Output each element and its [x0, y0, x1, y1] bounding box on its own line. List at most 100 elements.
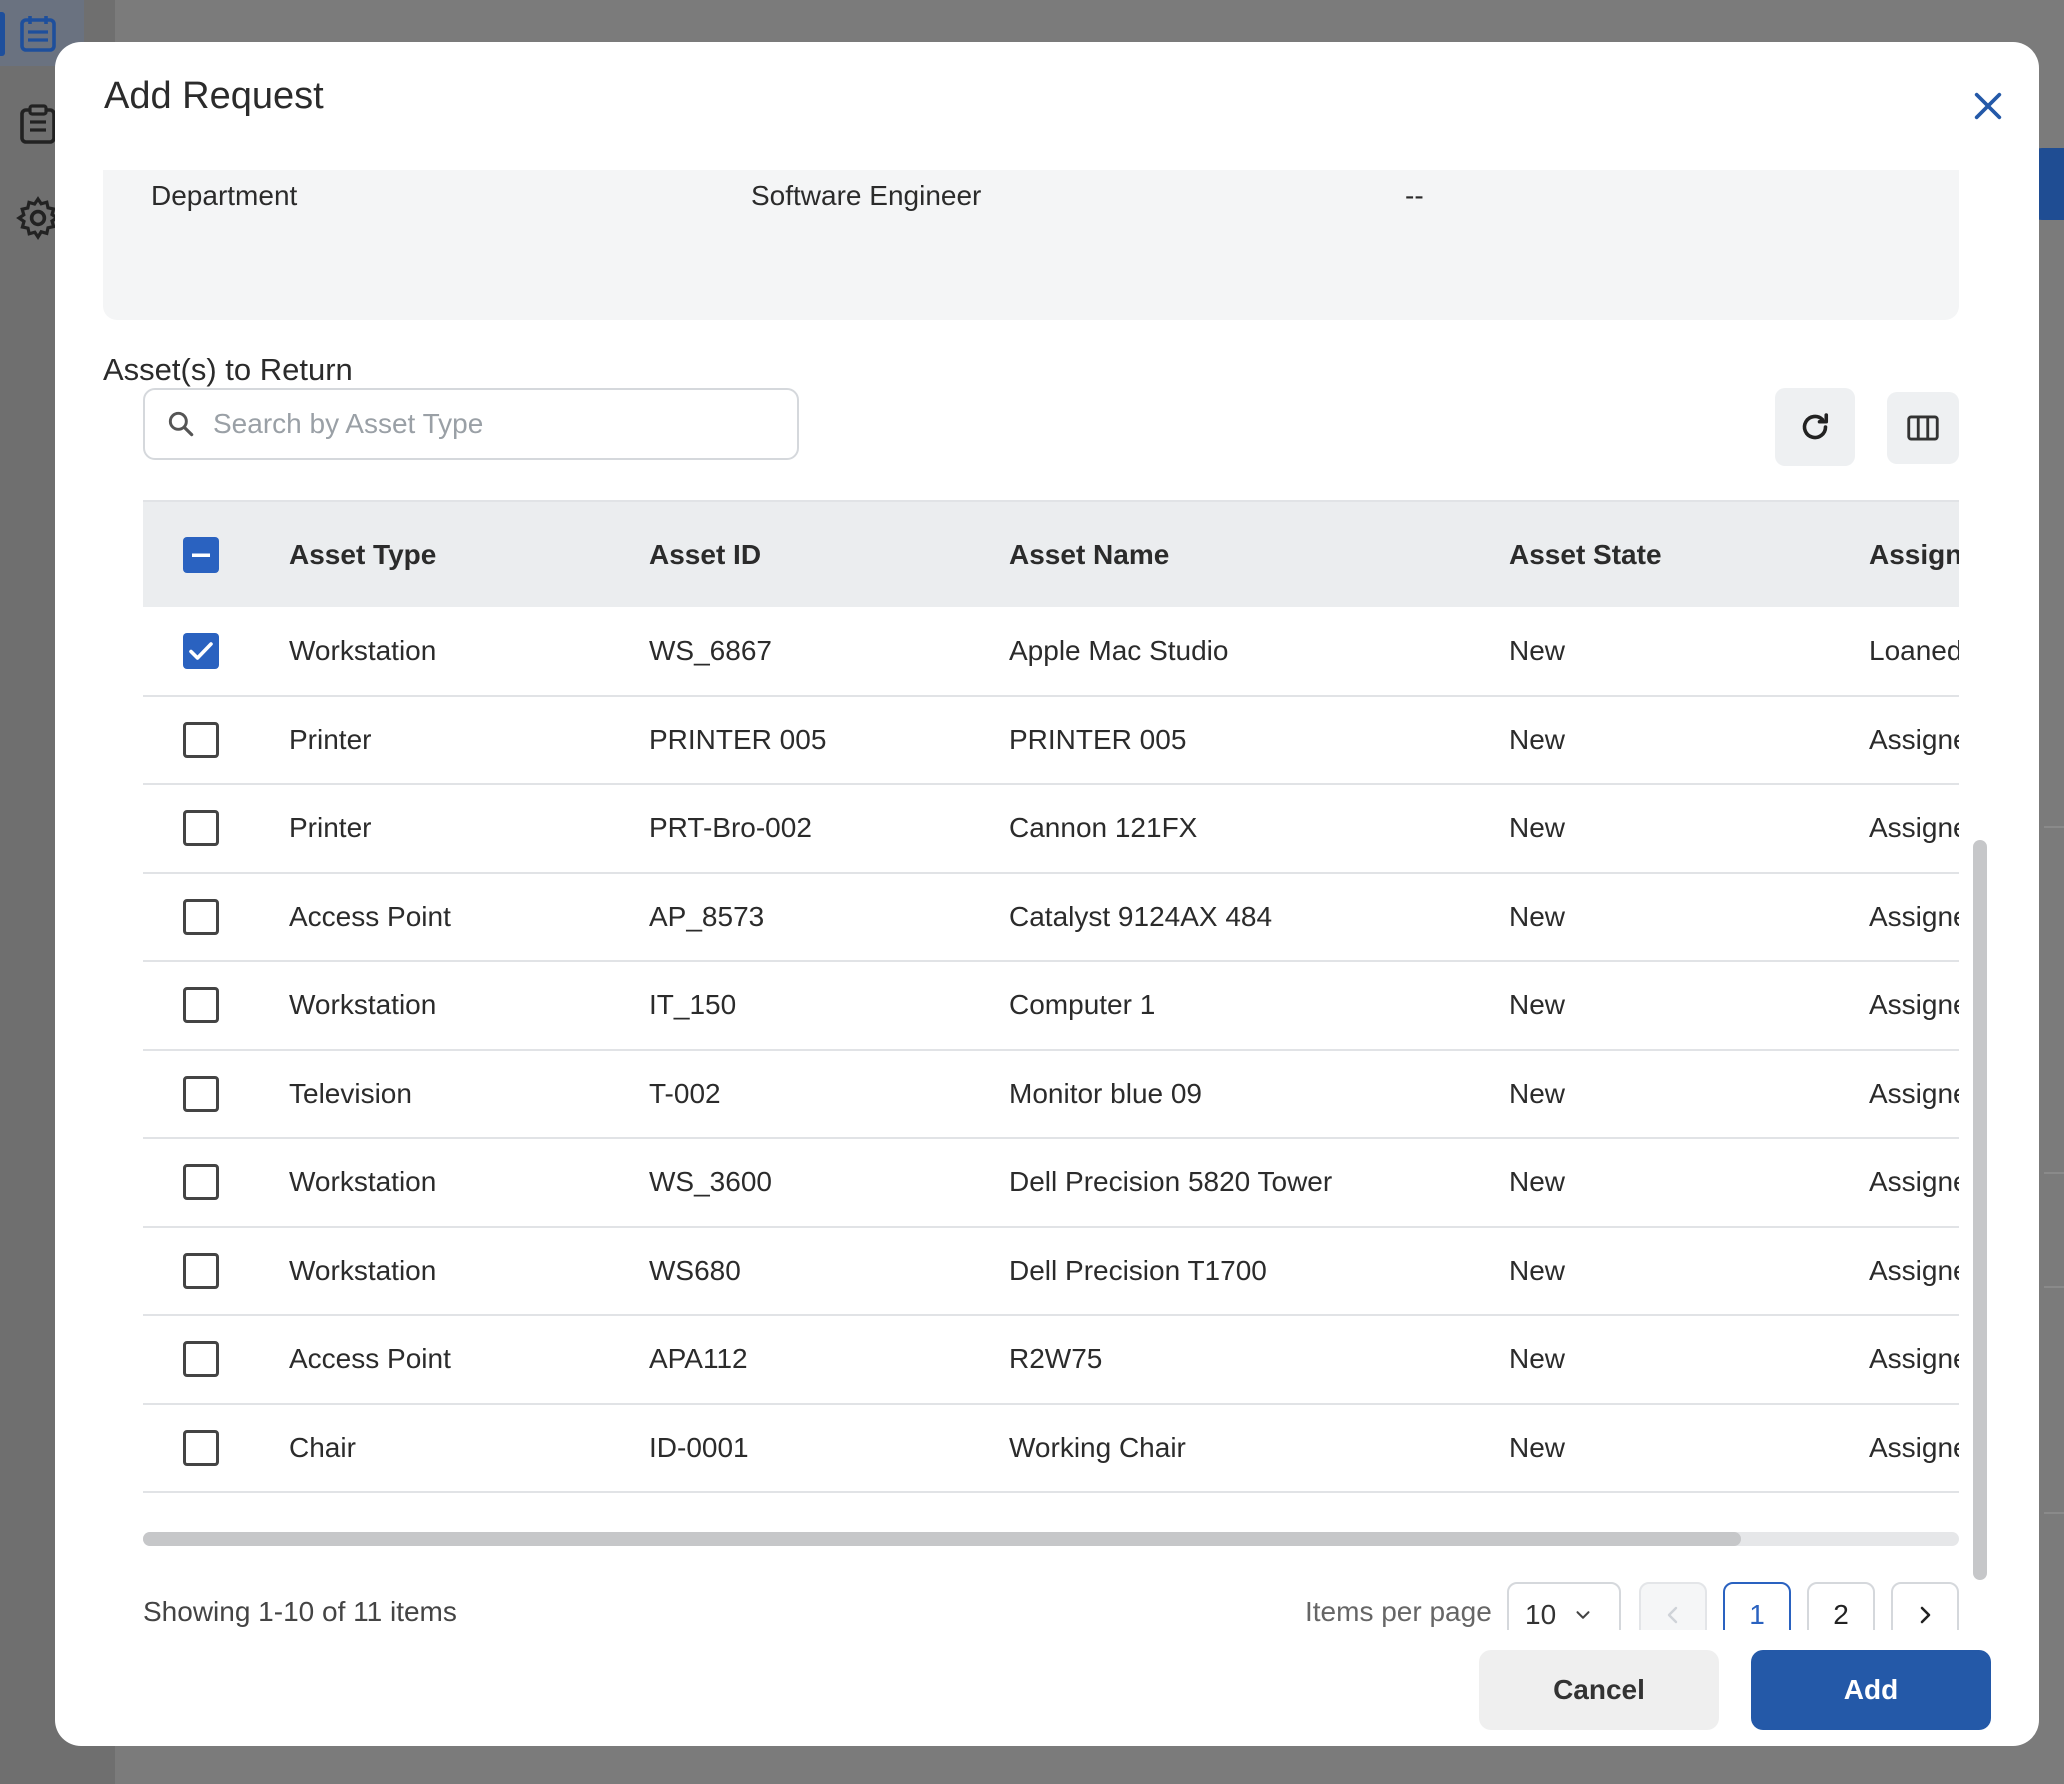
cell-asset-state: New [1509, 1166, 1566, 1198]
vertical-scrollbar-thumb[interactable] [1973, 840, 1987, 1580]
row-checkbox[interactable] [183, 987, 219, 1024]
cell-asset-id: WS_6867 [649, 634, 772, 666]
cell-asset-name: Catalyst 9124AX 484 [1009, 900, 1273, 932]
add-request-modal: Add Request Department Software Engineer… [55, 42, 2039, 1746]
column-header-asset-state[interactable]: Asset State [1509, 500, 1869, 607]
row-select-cell [143, 696, 289, 785]
cell-asset-name: PRINTER 005 [1009, 723, 1187, 755]
cell-asset-state: New [1509, 900, 1566, 932]
cell-asset-type: Workstation [289, 989, 437, 1021]
column-header-asset-name[interactable]: Asset Name [1009, 500, 1509, 607]
items-per-page-select[interactable]: 10 [1507, 1582, 1621, 1630]
cell-asset-name: Apple Mac Studio [1009, 634, 1229, 666]
table-row[interactable]: Workstation IT_150 Computer 1 New Assigned [143, 961, 1959, 1050]
cell-asset-type: Access Point [289, 900, 451, 932]
cell-asset-id: WS_3600 [649, 1166, 772, 1198]
cell-asset-id: WS680 [649, 1254, 741, 1286]
background-divider [2044, 1172, 2064, 1174]
info-department-value: Software Engineer [751, 180, 982, 211]
refresh-button[interactable] [1775, 388, 1855, 466]
refresh-icon [1802, 413, 1829, 440]
table-header-row: Asset Type Asset ID Asset Name Asset Sta… [143, 500, 1959, 607]
table-row[interactable]: Workstation WS_6867 Apple Mac Studio New Loa… [143, 607, 1959, 696]
row-checkbox[interactable] [183, 810, 219, 847]
cell-asset-name: Cannon 121FX [1009, 812, 1198, 844]
table-row[interactable]: Printer PRINTER 005 PRINTER 005 New Assigned [143, 696, 1959, 785]
cell-asset-type: Workstation [289, 1254, 437, 1286]
table-row[interactable]: Access Point AP_8573 Catalyst 9124AX 484 Ne… [143, 873, 1959, 962]
select-all-cell [143, 500, 289, 607]
row-checkbox[interactable] [183, 1252, 219, 1289]
column-header-asset-id[interactable]: Asset ID [649, 500, 1009, 607]
row-checkbox[interactable] [183, 898, 219, 935]
row-checkbox[interactable] [183, 1164, 219, 1201]
row-select-cell [143, 961, 289, 1050]
close-icon [1974, 92, 2002, 120]
row-checkbox[interactable] [183, 1429, 219, 1466]
search-box[interactable] [143, 388, 799, 460]
search-input[interactable] [213, 408, 773, 440]
columns-icon [1907, 415, 1939, 441]
cell-asset-type: Workstation [289, 634, 437, 666]
cell-assign: Assigned [1869, 1254, 1959, 1286]
page-button-2[interactable]: 2 [1807, 1582, 1875, 1630]
column-header-asset-type[interactable]: Asset Type [289, 500, 649, 607]
horizontal-scrollbar[interactable] [143, 1532, 1959, 1546]
row-select-cell [143, 1227, 289, 1316]
row-select-cell [143, 607, 289, 696]
cell-asset-type: Printer [289, 812, 372, 844]
table-row[interactable]: Access Point APA112 R2W75 New Assigned [143, 1315, 1959, 1404]
modal-title: Add Request [104, 75, 324, 117]
row-checkbox[interactable] [183, 1341, 219, 1378]
items-per-page-label: Items per page [1305, 1596, 1492, 1627]
modal-body[interactable]: Department Software Engineer -- Asset(s)… [55, 170, 2039, 1630]
vertical-scrollbar[interactable] [1973, 170, 1987, 1580]
cell-assign: Assigned [1869, 900, 1959, 932]
section-title: Asset(s) to Return [103, 352, 353, 387]
table-row[interactable]: Television T-002 Monitor blue 09 New Assigne… [143, 1050, 1959, 1139]
background-nav-indicator [0, 12, 5, 56]
column-header-assign[interactable]: Assign [1869, 500, 1959, 607]
row-checkbox[interactable] [183, 1075, 219, 1112]
cell-asset-state: New [1509, 1077, 1566, 1109]
row-checkbox[interactable] [183, 632, 219, 669]
cell-asset-state: New [1509, 989, 1566, 1021]
add-button[interactable]: Add [1751, 1650, 1991, 1730]
row-select-cell [143, 1050, 289, 1139]
table-row[interactable]: Workstation WS_3600 Dell Precision 5820 To… [143, 1138, 1959, 1227]
cell-assign: Assigned [1869, 1343, 1959, 1375]
cell-asset-state: New [1509, 1343, 1566, 1375]
select-all-checkbox[interactable] [183, 536, 219, 573]
cell-asset-id: PRINTER 005 [649, 723, 827, 755]
columns-button[interactable] [1887, 392, 1959, 464]
items-per-page-value: 10 [1525, 1599, 1557, 1630]
cell-asset-state: New [1509, 634, 1566, 666]
cell-asset-name: Working Chair [1009, 1431, 1186, 1463]
cell-asset-type: Chair [289, 1431, 356, 1463]
cell-asset-name: R2W75 [1009, 1343, 1103, 1375]
table-row[interactable]: Chair ID-0001 Working Chair New Assigned [143, 1404, 1959, 1492]
horizontal-scrollbar-thumb[interactable] [143, 1532, 1741, 1546]
indeterminate-icon [192, 553, 210, 557]
prev-page-button[interactable] [1639, 1582, 1707, 1630]
info-empty-value: -- [1405, 180, 1424, 211]
background-divider [2044, 1512, 2064, 1514]
page-button-1[interactable]: 1 [1723, 1582, 1791, 1630]
next-page-button[interactable] [1891, 1582, 1959, 1630]
cell-asset-state: New [1509, 812, 1566, 844]
cell-assign: Assigned [1869, 723, 1959, 755]
close-button[interactable] [1960, 78, 2016, 134]
row-select-cell [143, 784, 289, 873]
cancel-button[interactable]: Cancel [1479, 1650, 1719, 1730]
cell-asset-type: Workstation [289, 1166, 437, 1198]
chevron-down-icon [1576, 1611, 1590, 1619]
chevron-left-icon [1667, 1606, 1678, 1624]
row-select-cell [143, 873, 289, 962]
background-divider [2044, 826, 2064, 828]
cell-asset-id: AP_8573 [649, 900, 765, 932]
showing-count: Showing 1-10 of 11 items [143, 1596, 457, 1627]
row-checkbox[interactable] [183, 721, 219, 758]
cell-asset-name: Monitor blue 09 [1009, 1077, 1203, 1109]
table-row[interactable]: Printer PRT-Bro-002 Cannon 121FX New Assigne… [143, 784, 1959, 873]
table-row[interactable]: Workstation WS680 Dell Precision T1700 New A… [143, 1227, 1959, 1316]
